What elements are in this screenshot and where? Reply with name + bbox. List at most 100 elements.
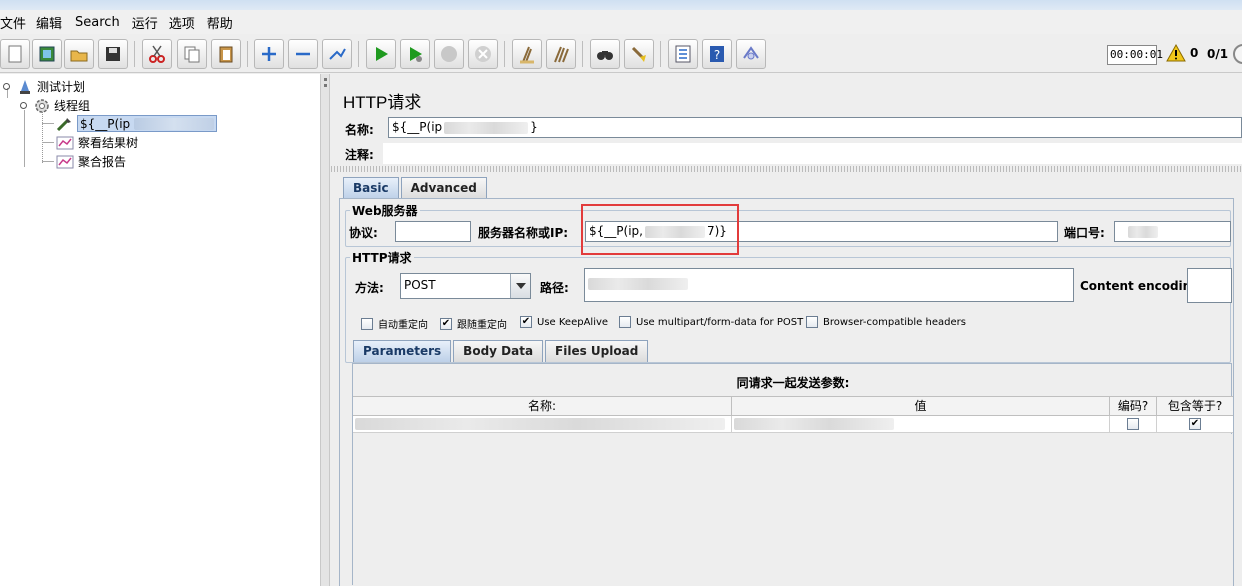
gear-icon (35, 98, 49, 113)
column-header-value[interactable]: 值 (732, 397, 1110, 416)
shutdown-icon (475, 46, 491, 62)
toggle-button[interactable] (322, 39, 352, 69)
cell-include-equals[interactable]: ✔ (1157, 416, 1233, 432)
checkbox-label: 自动重定向 (378, 320, 428, 331)
cut-icon (149, 45, 165, 63)
warning-indicator[interactable]: 0 (1166, 44, 1198, 62)
parameters-table-title: 同请求一起发送参数: (736, 376, 850, 390)
stop-button[interactable] (434, 39, 464, 69)
menu-search[interactable]: Search (75, 15, 132, 30)
checkbox-auto-redirect[interactable]: 自动重定向 (361, 316, 428, 331)
cut-button[interactable] (142, 39, 172, 69)
protocol-field[interactable] (395, 221, 471, 242)
tree-label-aggregate-report: 聚合报告 (78, 155, 127, 169)
svg-text:?: ? (714, 48, 720, 62)
open-icon (70, 50, 88, 62)
tree-label-thread-group: 线程组 (54, 99, 91, 113)
window-title-bar (0, 0, 1242, 10)
menu-file[interactable]: 文件 (0, 13, 36, 32)
column-header-include-equals[interactable]: 包含等于? (1157, 397, 1233, 416)
content-encoding-field[interactable] (1187, 268, 1232, 303)
tab-parameters[interactable]: Parameters (353, 340, 452, 362)
checkbox-box[interactable] (619, 316, 631, 328)
tab-files-upload[interactable]: Files Upload (545, 340, 649, 362)
checkbox-box[interactable]: ✔ (520, 316, 532, 328)
redacted-text (1128, 225, 1158, 238)
clear-all-button[interactable] (546, 39, 576, 69)
tree-node-aggregate-report[interactable]: 聚合报告 (56, 153, 126, 170)
tree-node-http-sampler[interactable]: ${__P(ip (56, 115, 217, 132)
menu-edit[interactable]: 编辑 (36, 13, 75, 32)
tree-node-results-tree[interactable]: 察看结果树 (56, 134, 138, 151)
table-empty-area (353, 434, 1233, 586)
new-button[interactable] (0, 39, 30, 69)
tab-advanced[interactable]: Advanced (400, 177, 487, 199)
search-button[interactable] (590, 39, 620, 69)
function-helper-button[interactable] (668, 39, 698, 69)
method-label: 方法: (355, 281, 384, 295)
cell-encode[interactable] (1110, 416, 1157, 432)
menu-options[interactable]: 选项 (169, 13, 207, 32)
toggle-icon (329, 48, 346, 60)
name-field[interactable]: ${__P(ip} (388, 117, 1242, 138)
tree-node-test-plan[interactable]: 测试计划 (2, 78, 85, 95)
elapsed-timer: 00:00:01 (1107, 45, 1163, 65)
splitter-grip (324, 78, 327, 81)
request-body-tabs: Parameters Body Data Files Upload (353, 340, 650, 362)
path-field[interactable] (584, 268, 1074, 302)
cell-value[interactable] (732, 416, 1110, 432)
checkbox-keepalive[interactable]: ✔ Use KeepAlive (520, 316, 608, 328)
help-button[interactable]: ? (702, 39, 732, 69)
tree-connector (24, 110, 25, 167)
checkbox-multipart[interactable]: Use multipart/form-data for POST (619, 316, 803, 328)
column-header-name[interactable]: 名称: (353, 397, 732, 416)
save-button[interactable] (98, 39, 128, 69)
reset-search-button[interactable] (624, 39, 654, 69)
tab-body-data[interactable]: Body Data (453, 340, 544, 362)
tree-toggle-icon[interactable] (2, 82, 11, 91)
clear-button[interactable] (512, 39, 542, 69)
start-button[interactable] (366, 39, 396, 69)
templates-button[interactable] (32, 39, 62, 69)
panel-splitter[interactable] (320, 74, 330, 586)
checkbox-box[interactable]: ✔ (440, 317, 452, 330)
method-select[interactable]: POST (400, 273, 531, 299)
tree-sampler-text: ${__P(ip (80, 116, 131, 131)
section-divider (331, 166, 1242, 172)
shutdown-button[interactable] (468, 39, 498, 69)
expand-button[interactable] (254, 39, 284, 69)
paste-button[interactable] (211, 39, 241, 69)
cell-name[interactable] (353, 416, 732, 432)
start-no-pause-icon (410, 47, 422, 62)
checkbox-browser-headers[interactable]: Browser-compatible headers (806, 316, 966, 328)
checkbox-box[interactable] (361, 317, 373, 330)
comment-field[interactable] (383, 143, 1242, 164)
copy-button[interactable] (177, 39, 207, 69)
menu-run[interactable]: 运行 (132, 13, 169, 32)
tab-basic[interactable]: Basic (343, 177, 399, 199)
checkbox-follow-redirect[interactable]: ✔ 跟随重定向 (440, 316, 507, 331)
redacted-text (588, 278, 688, 290)
column-header-encode[interactable]: 编码? (1110, 397, 1157, 416)
remote-button[interactable] (736, 39, 766, 69)
checkbox-encode[interactable] (1127, 418, 1139, 430)
parameters-table: 同请求一起发送参数: 名称: 值 编码? 包含等于? ✔ (352, 363, 1233, 586)
tree-toggle-icon[interactable] (19, 101, 28, 110)
chevron-down-icon[interactable] (510, 274, 530, 298)
web-server-legend: Web服务器 (352, 204, 418, 218)
comment-label: 注释: (345, 148, 374, 162)
tree-node-thread-group[interactable]: 线程组 (19, 97, 90, 114)
start-no-pause-button[interactable] (400, 39, 430, 69)
port-field[interactable] (1114, 221, 1231, 242)
checkbox-box[interactable] (806, 316, 818, 328)
open-button[interactable] (64, 39, 94, 69)
templates-icon (39, 46, 55, 62)
checkbox-include-equals[interactable]: ✔ (1189, 418, 1201, 430)
clear-all-icon (554, 46, 569, 63)
main-tabs: Basic Advanced (343, 177, 489, 199)
menu-help[interactable]: 帮助 (207, 13, 240, 32)
collapse-button[interactable] (288, 39, 318, 69)
name-label: 名称: (345, 123, 374, 137)
table-row[interactable]: ✔ (353, 416, 1233, 433)
name-field-text: ${__P(ip (392, 120, 443, 134)
